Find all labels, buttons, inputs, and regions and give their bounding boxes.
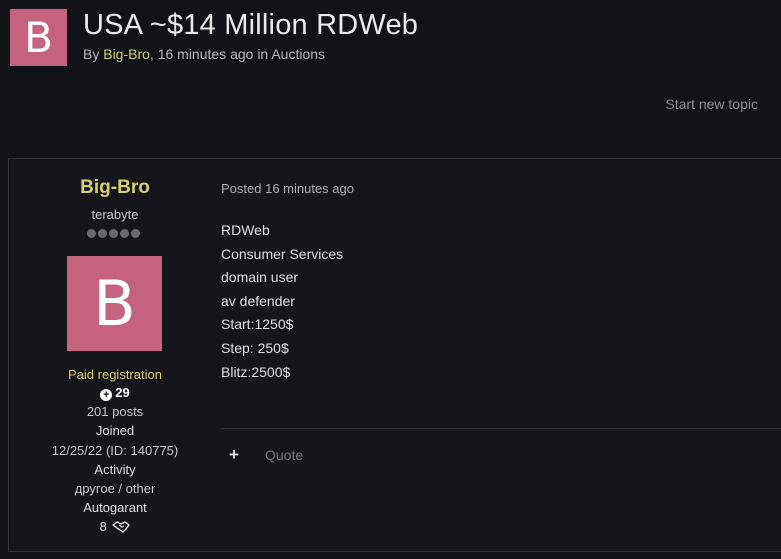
handshake-icon [112,521,131,533]
activity-value: другое / other [74,481,156,496]
meta-middle: , 16 minutes ago in [149,46,272,62]
avatar-letter: B [93,267,136,340]
post-line: Start:1250$ [221,316,294,333]
author-name[interactable]: Big-Bro [9,177,221,199]
rank-pip [120,229,129,238]
plus-circle-icon: + [100,389,113,401]
post-count[interactable]: 201 posts [9,404,221,419]
activity-label: Activity [94,462,136,477]
topic-meta: By Big-Bro, 16 minutes ago in Auctions [83,46,325,62]
post-line: domain user [221,269,299,286]
autogarant: 8 [9,519,221,534]
author-panel: Big-Bro terabyte B Paid registration +29… [9,159,221,551]
plus-icon[interactable]: + [229,445,239,465]
post-line: Step: 250$ [221,339,289,356]
post-content: RDWeb Consumer Services domain user av d… [221,219,343,384]
post-timestamp: Posted 16 minutes ago [221,181,354,196]
topic-page: B USA ~$14 Million RDWeb By Big-Bro, 16 … [0,0,781,559]
autogarant-label: Autogarant [83,500,147,515]
reputation-value: 29 [115,385,130,400]
author-title: terabyte [91,207,139,222]
post-container: Big-Bro terabyte B Paid registration +29… [8,158,781,552]
rank-pip [131,229,140,238]
rank-pip [98,229,107,238]
reputation[interactable]: +29 [9,385,221,401]
member-group: Paid registration [68,367,162,382]
post-line: RDWeb [221,222,270,238]
post-divider [221,428,781,429]
quote-button[interactable]: Quote [265,447,303,463]
author-link[interactable]: Big-Bro [103,46,150,62]
forum-link[interactable]: Auctions [271,46,325,62]
topic-author-avatar[interactable]: B [10,9,67,66]
avatar-letter: B [24,13,53,62]
autogarant-value: 8 [99,519,107,534]
rank-pips [87,229,140,238]
joined-label: Joined [95,423,135,438]
page-title: USA ~$14 Million RDWeb [83,9,419,41]
rank-pip [87,229,96,238]
post-line: Blitz:2500$ [221,363,291,380]
rank-pip [109,229,118,238]
post-line: av defender [221,292,295,309]
post-line: Consumer Services [221,245,344,262]
author-avatar[interactable]: B [67,256,162,351]
start-new-topic-button[interactable]: Start new topic [665,96,758,112]
joined-value: 12/25/22 (ID: 140775) [51,443,179,458]
meta-prefix: By [83,46,104,62]
